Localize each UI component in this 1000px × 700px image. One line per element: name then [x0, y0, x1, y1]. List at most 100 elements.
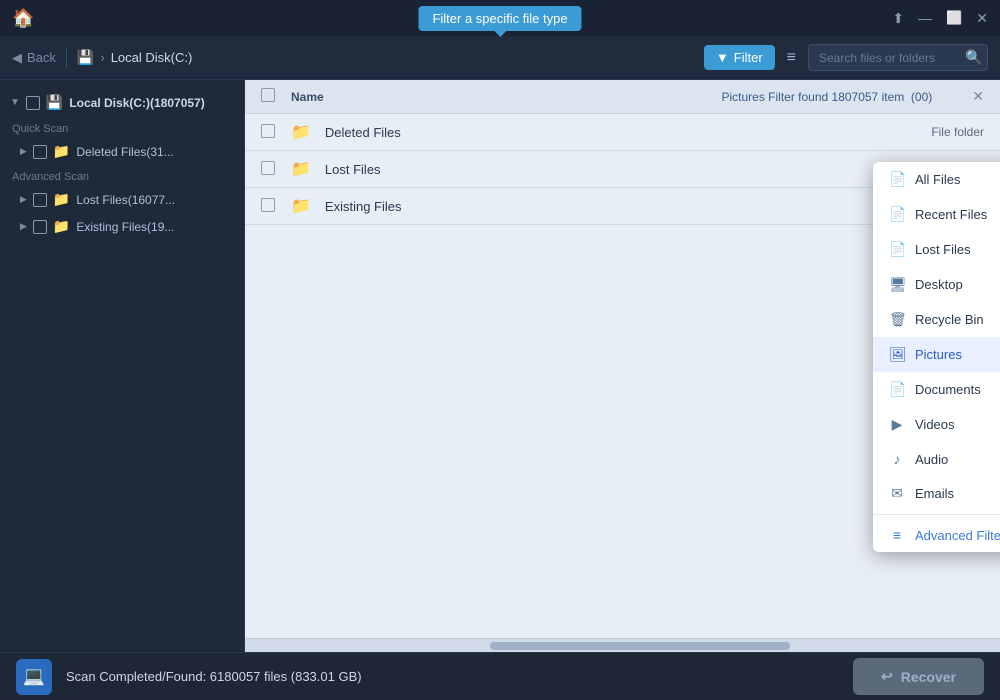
file-type: File folder: [904, 125, 984, 139]
file-name: Deleted Files: [325, 125, 894, 140]
disk-label: Local Disk(C:)(1807057): [69, 96, 204, 110]
row-checkbox[interactable]: [261, 124, 275, 138]
documents-label: Documents: [915, 382, 981, 397]
videos-icon: ▶: [889, 416, 905, 433]
audio-icon: ♪: [889, 451, 905, 467]
sidebar: ▼ 💾 Local Disk(C:)(1807057) Quick Scan ▶…: [0, 80, 245, 652]
audio-label: Audio: [915, 452, 948, 467]
filter-dropdown: 📄 All Files 📄 Recent Files 📄 Lost Files …: [873, 162, 1000, 552]
advanced-scan-label: Advanced Scan: [0, 165, 244, 186]
expand-icon: ▶: [20, 146, 27, 157]
filter-info: Pictures Filter found 1807057 item: [721, 90, 904, 104]
col-name-header: Name: [291, 90, 711, 104]
filter-lost-files[interactable]: 📄 Lost Files: [873, 232, 1000, 267]
computer-icon: 💻: [23, 666, 45, 687]
filter-label: Filter: [734, 50, 763, 65]
maximize-icon[interactable]: ⬜: [946, 10, 962, 26]
scrollbar-area[interactable]: [245, 638, 1000, 652]
sidebar-item-lost[interactable]: ▶ 📁 Lost Files(16077...: [0, 186, 244, 213]
folder-icon: 📁: [53, 218, 70, 235]
sidebar-item-existing[interactable]: ▶ 📁 Existing Files(19...: [0, 213, 244, 240]
status-bar: 💻 Scan Completed/Found: 6180057 files (8…: [0, 652, 1000, 700]
documents-icon: 📄: [889, 381, 905, 398]
nav-path: 💾 › Local Disk(C:): [77, 49, 694, 66]
filter-audio[interactable]: ♪ Audio: [873, 442, 1000, 476]
filter-info-text: Pictures Filter found 1807057 item (00): [721, 90, 932, 104]
checkbox[interactable]: [33, 193, 47, 207]
filter-emails[interactable]: ✉ Emails: [873, 476, 1000, 511]
lost-files-label: Lost Files(16077...: [76, 193, 175, 207]
folder-icon: 📁: [291, 196, 311, 216]
filter-funnel-icon: ▼: [716, 50, 729, 65]
sidebar-item-deleted[interactable]: ▶ 📁 Deleted Files(31...: [0, 138, 244, 165]
folder-icon: 📁: [53, 143, 70, 160]
filter-pictures[interactable]: 🖼 Pictures ✓: [873, 337, 1000, 372]
recycle-bin-label: Recycle Bin: [915, 312, 984, 327]
lost-files-icon: 📄: [889, 241, 905, 258]
expand-icon: ▶: [20, 221, 27, 232]
filter-button[interactable]: ▼ Filter: [704, 45, 775, 70]
all-files-icon: 📄: [889, 171, 905, 188]
search-input[interactable]: [819, 51, 959, 65]
filter-advanced[interactable]: ≡ Advanced Filter: [873, 518, 1000, 552]
filter-divider: [873, 514, 1000, 515]
recent-files-icon: 📄: [889, 206, 905, 223]
search-icon[interactable]: 🔍: [965, 49, 982, 66]
back-label: Back: [27, 50, 56, 65]
file-list-area: Name Pictures Filter found 1807057 item …: [245, 80, 1000, 652]
search-box: 🔍: [808, 44, 988, 71]
file-name: Lost Files: [325, 162, 894, 177]
recent-files-label: Recent Files: [915, 207, 987, 222]
recycle-bin-icon: 🗑: [889, 311, 905, 328]
desktop-icon: 🖥: [889, 276, 905, 293]
filter-recent-files[interactable]: 📄 Recent Files: [873, 197, 1000, 232]
nav-bar: ◀ Back 💾 › Local Disk(C:) ▼ Filter ≡ 🔍: [0, 36, 1000, 80]
checkbox[interactable]: [26, 96, 40, 110]
deleted-files-label: Deleted Files(31...: [76, 145, 173, 159]
back-arrow-icon: ◀: [12, 50, 22, 66]
scrollbar-thumb[interactable]: [490, 642, 790, 650]
close-filter-icon[interactable]: ✕: [972, 88, 984, 105]
title-bar: 🏠 Filter a specific file type ⬆ — ⬜ ✕: [0, 0, 1000, 36]
recover-icon: ↩: [881, 668, 893, 685]
quick-scan-label: Quick Scan: [0, 117, 244, 138]
share-icon[interactable]: ⬆: [892, 10, 904, 27]
lost-files-label: Lost Files: [915, 242, 971, 257]
emails-label: Emails: [915, 486, 954, 501]
nav-separator: [66, 48, 67, 68]
filter-recycle-bin[interactable]: 🗑 Recycle Bin: [873, 302, 1000, 337]
table-row: 📁 Deleted Files File folder: [245, 114, 1000, 151]
home-icon[interactable]: 🏠: [12, 8, 34, 29]
main-area: ▼ 💾 Local Disk(C:)(1807057) Quick Scan ▶…: [0, 80, 1000, 652]
existing-files-label: Existing Files(19...: [76, 220, 174, 234]
all-files-label: All Files: [915, 172, 961, 187]
folder-icon: 📁: [291, 122, 311, 142]
disk-icon: 💾: [77, 49, 94, 66]
filter-all-files[interactable]: 📄 All Files: [873, 162, 1000, 197]
filter-documents[interactable]: 📄 Documents: [873, 372, 1000, 407]
emails-icon: ✉: [889, 485, 905, 502]
sidebar-disk-item[interactable]: ▼ 💾 Local Disk(C:)(1807057): [0, 88, 244, 117]
breadcrumb-arrow: ›: [100, 50, 104, 65]
folder-icon: 📁: [291, 159, 311, 179]
filter-desktop[interactable]: 🖥 Desktop: [873, 267, 1000, 302]
row-checkbox[interactable]: [261, 198, 275, 212]
close-icon[interactable]: ✕: [976, 10, 988, 27]
recover-button[interactable]: ↩ Recover: [853, 658, 984, 695]
expand-icon: ▶: [20, 194, 27, 205]
filter-videos[interactable]: ▶ Videos: [873, 407, 1000, 442]
back-button[interactable]: ◀ Back: [12, 50, 56, 66]
filter-tooltip: Filter a specific file type: [418, 6, 581, 31]
path-text: Local Disk(C:): [111, 50, 193, 65]
window-controls: ⬆ — ⬜ ✕: [892, 10, 988, 27]
view-toggle-button[interactable]: ≡: [783, 45, 800, 71]
minimize-icon[interactable]: —: [918, 10, 932, 26]
folder-icon: 📁: [53, 191, 70, 208]
checkbox[interactable]: [33, 220, 47, 234]
header-checkbox[interactable]: [261, 88, 275, 102]
file-list-header: Name Pictures Filter found 1807057 item …: [245, 80, 1000, 114]
checkbox[interactable]: [33, 145, 47, 159]
desktop-label: Desktop: [915, 277, 963, 292]
row-checkbox[interactable]: [261, 161, 275, 175]
recover-label: Recover: [901, 669, 956, 685]
